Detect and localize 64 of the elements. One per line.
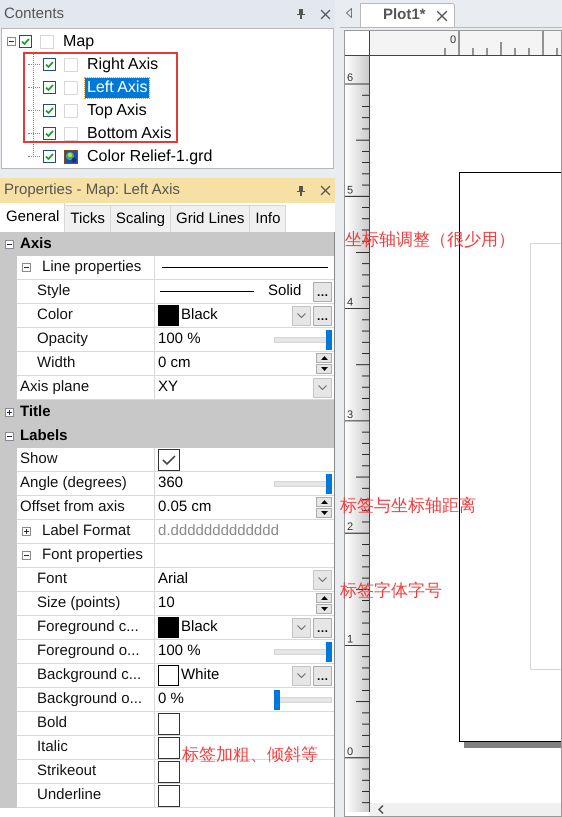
tab[interactable]: Info xyxy=(250,205,286,232)
property-label: Style xyxy=(37,281,70,302)
tree-item[interactable]: Right Axis xyxy=(85,54,160,74)
panel-title: Contents xyxy=(4,4,66,24)
property-label: Opacity xyxy=(37,329,88,350)
ruler-label: 1 xyxy=(347,634,354,646)
property-label: Label Format xyxy=(42,521,130,542)
property-value: 100 % xyxy=(158,641,201,662)
property-label: Bold xyxy=(37,713,68,734)
ruler-label: 0 xyxy=(347,746,354,758)
property-value: 100 % xyxy=(158,329,201,350)
property-value: 360 xyxy=(158,473,184,494)
property-label: Size (points) xyxy=(37,593,120,614)
property-label: Background c... xyxy=(37,665,142,686)
property-label: Width xyxy=(37,353,76,374)
ruler-label: 4 xyxy=(347,296,354,309)
property-label: Font xyxy=(37,569,68,590)
property-label: Color xyxy=(37,305,73,326)
tab[interactable]: Ticks xyxy=(65,205,111,232)
property-label: Foreground c... xyxy=(37,617,139,638)
ellipsis-button[interactable]: … xyxy=(313,618,332,638)
section-heading: Labels xyxy=(20,426,68,446)
document-tab[interactable]: Plot1* xyxy=(360,3,455,27)
property-value: Arial xyxy=(158,569,188,590)
tab[interactable]: Scaling xyxy=(110,205,172,232)
property-label: Font properties xyxy=(42,545,143,566)
property-value: Black xyxy=(181,617,218,638)
tree-item[interactable]: Bottom Axis xyxy=(85,124,174,144)
property-value: White xyxy=(181,665,220,686)
property-label: Line properties xyxy=(42,257,142,278)
property-value: Black xyxy=(181,305,218,326)
section-heading: Title xyxy=(20,402,51,422)
property-value: 0 % xyxy=(158,689,184,710)
ruler-label: 0 xyxy=(450,34,456,46)
property-label: Background o... xyxy=(37,689,142,710)
property-label: Strikeout xyxy=(37,761,96,782)
ellipsis-button[interactable]: … xyxy=(313,666,332,686)
ellipsis-button[interactable]: … xyxy=(313,282,332,302)
tree-item[interactable]: Top Axis xyxy=(85,100,149,120)
ruler-label: 2 xyxy=(347,521,354,534)
property-label: Axis plane xyxy=(20,377,90,398)
property-value: 10 xyxy=(158,593,175,614)
property-value: d.ddddddddddddd xyxy=(158,521,279,542)
property-label: Foreground o... xyxy=(37,641,140,662)
panel-title: Properties - Map: Left Axis xyxy=(4,180,181,200)
ruler-label: 5 xyxy=(347,184,354,196)
property-label: Show xyxy=(20,449,58,470)
tab[interactable]: Grid Lines xyxy=(171,205,250,232)
property-label: Italic xyxy=(37,737,68,758)
tree-item[interactable]: Map xyxy=(61,32,96,52)
ruler-label: 3 xyxy=(347,408,354,421)
property-value: 0 cm xyxy=(158,353,191,374)
property-label: Underline xyxy=(37,785,102,806)
annotation-text: 标签加粗、倾斜等 xyxy=(182,745,318,765)
property-value: XY xyxy=(158,377,178,398)
property-value: Solid xyxy=(268,281,302,302)
property-value: 0.05 cm xyxy=(158,497,212,518)
ruler-label: 6 xyxy=(347,72,354,84)
tree-item[interactable]: Color Relief-1.grd xyxy=(85,146,214,166)
tree-item[interactable]: Left Axis xyxy=(85,78,150,98)
property-label: Angle (degrees) xyxy=(20,473,127,494)
property-label: Offset from axis xyxy=(20,497,125,518)
ellipsis-button[interactable]: … xyxy=(313,306,332,326)
section-heading: Axis xyxy=(20,234,52,254)
